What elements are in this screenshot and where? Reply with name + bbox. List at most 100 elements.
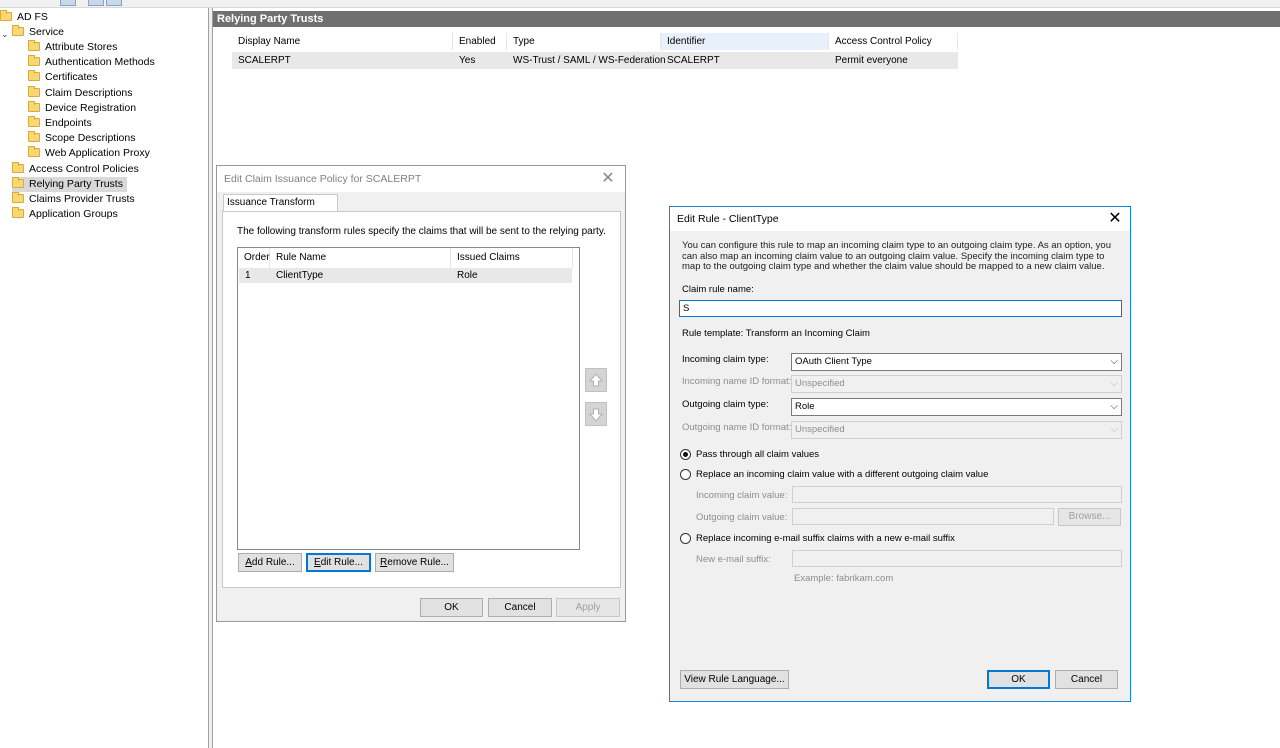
- chevron-down-icon[interactable]: ⌄: [1, 29, 9, 40]
- tree-item-access-control-policies[interactable]: Access Control Policies: [12, 161, 139, 177]
- splitter[interactable]: [208, 8, 213, 748]
- rule-name-input[interactable]: S: [679, 300, 1122, 317]
- rule-template-label: Rule template: Transform an Incoming Cla…: [682, 328, 870, 339]
- cancel-button[interactable]: Cancel: [1055, 670, 1118, 689]
- panel-header: Relying Party Trusts: [213, 11, 1280, 27]
- edit-rule-dialog: Edit Rule - ClientType ✕ You can configu…: [669, 206, 1131, 702]
- tree-item-relying-party-trusts[interactable]: Relying Party Trusts: [12, 176, 127, 192]
- incoming-claim-type-select[interactable]: OAuth Client Type ⌵: [791, 353, 1122, 371]
- folder-icon: [28, 146, 40, 158]
- column-header[interactable]: Identifier: [661, 33, 829, 50]
- pass-through-label[interactable]: Pass through all claim values: [696, 449, 819, 460]
- cancel-button[interactable]: Cancel: [488, 598, 552, 617]
- outgoing-value-label: Outgoing claim value:: [696, 512, 788, 523]
- folder-icon: [0, 10, 12, 21]
- tree-item-device-registration[interactable]: Device Registration: [28, 100, 136, 116]
- folder-icon: [28, 116, 40, 127]
- tree-item-adfs[interactable]: AD FS: [0, 10, 48, 25]
- tab-panel: The following transform rules specify th…: [222, 211, 621, 588]
- folder-icon: [12, 176, 24, 188]
- arrow-up-icon: [588, 373, 604, 387]
- folder-icon: [28, 55, 40, 67]
- folder-icon: [12, 191, 24, 203]
- dialog-title: Edit Rule - ClientType: [670, 207, 1130, 231]
- replace-value-radio[interactable]: [680, 469, 691, 480]
- rules-list[interactable]: Order Rule Name Issued Claims 1 ClientTy…: [237, 247, 580, 550]
- incoming-type-label: Incoming claim type:: [682, 354, 769, 365]
- list-header: Display Name Enabled Type Identifier Acc…: [232, 33, 958, 50]
- rule-name-label: Claim rule name:: [682, 284, 754, 295]
- chevron-down-icon: ⌵: [1110, 424, 1118, 435]
- column-header[interactable]: Rule Name: [270, 248, 451, 268]
- move-up-button[interactable]: [585, 368, 607, 392]
- pass-through-radio[interactable]: [680, 449, 691, 460]
- tree-item-authentication-methods[interactable]: Authentication Methods: [28, 55, 155, 70]
- cell: Permit everyone: [835, 55, 908, 66]
- new-email-suffix-label: New e-mail suffix:: [696, 554, 771, 565]
- folder-icon: [28, 70, 40, 82]
- table-row[interactable]: SCALERPT Yes WS-Trust / SAML / WS-Federa…: [232, 52, 958, 69]
- move-down-button[interactable]: [585, 402, 607, 426]
- tree-item-attribute-stores[interactable]: Attribute Stores: [28, 40, 117, 55]
- cell: 1: [245, 270, 251, 281]
- column-header[interactable]: Display Name: [232, 33, 453, 50]
- browse-button[interactable]: Browse...: [1058, 508, 1121, 526]
- dialog-title: Edit Claim Issuance Policy for SCALERPT: [217, 166, 625, 192]
- edit-rule-button[interactable]: Edit Rule...: [306, 553, 371, 572]
- tree-item-certificates[interactable]: Certificates: [28, 70, 98, 85]
- remove-rule-button[interactable]: Remove Rule...: [375, 553, 454, 572]
- column-header[interactable]: Enabled: [453, 33, 507, 50]
- table-row[interactable]: 1 ClientType Role: [239, 268, 572, 283]
- new-email-suffix-input[interactable]: [792, 550, 1122, 567]
- apply-button[interactable]: Apply: [556, 598, 620, 617]
- cell: Yes: [459, 55, 476, 66]
- toolbar-icon[interactable]: [88, 0, 104, 6]
- incoming-value-label: Incoming claim value:: [696, 490, 788, 501]
- chevron-down-icon: ⌵: [1110, 378, 1118, 389]
- chevron-down-icon: ⌵: [1110, 401, 1118, 412]
- column-header[interactable]: Type: [507, 33, 661, 50]
- outgoing-value-input[interactable]: [792, 508, 1054, 525]
- view-rule-language-button[interactable]: View Rule Language...: [680, 670, 789, 689]
- cell: SCALERPT: [238, 55, 291, 66]
- rule-description: You can configure this rule to map an in…: [682, 240, 1111, 272]
- arrow-down-icon: [588, 408, 604, 422]
- incoming-value-input[interactable]: [792, 486, 1122, 503]
- folder-icon: [28, 40, 40, 51]
- tree-item-endpoints[interactable]: Endpoints: [28, 116, 92, 131]
- ok-button[interactable]: OK: [420, 598, 483, 617]
- email-suffix-label[interactable]: Replace incoming e-mail suffix claims wi…: [696, 533, 955, 544]
- folder-icon: [12, 207, 24, 219]
- close-icon[interactable]: ✕: [1102, 206, 1128, 232]
- replace-value-label[interactable]: Replace an incoming claim value with a d…: [696, 469, 988, 480]
- ok-button[interactable]: OK: [987, 670, 1050, 689]
- tree-item-claims-provider-trusts[interactable]: Claims Provider Trusts: [12, 191, 135, 207]
- folder-icon: [28, 131, 40, 143]
- tree-item-web-application-proxy[interactable]: Web Application Proxy: [28, 146, 150, 161]
- tab-issuance-transform-rules[interactable]: Issuance Transform Rules: [223, 194, 338, 224]
- tree-item-service[interactable]: Service: [12, 25, 64, 40]
- claim-policy-dialog: Edit Claim Issuance Policy for SCALERPT …: [216, 165, 626, 622]
- cell: Role: [457, 270, 478, 281]
- incoming-format-label: Incoming name ID format:: [682, 376, 792, 387]
- rules-list-header: Order Rule Name Issued Claims: [238, 248, 573, 268]
- column-header[interactable]: Order: [238, 248, 270, 268]
- outgoing-format-label: Outgoing name ID format:: [682, 422, 792, 433]
- outgoing-claim-type-select[interactable]: Role ⌵: [791, 398, 1122, 416]
- incoming-name-id-format-select[interactable]: Unspecified ⌵: [791, 375, 1122, 393]
- tree-item-scope-descriptions[interactable]: Scope Descriptions: [28, 131, 135, 146]
- chevron-down-icon: ⌵: [1110, 356, 1118, 367]
- tree-item-application-groups[interactable]: Application Groups: [12, 207, 118, 222]
- close-icon[interactable]: ✕: [595, 166, 621, 192]
- folder-icon: [28, 100, 40, 112]
- add-rule-button[interactable]: Add Rule...: [238, 553, 302, 572]
- column-header[interactable]: Access Control Policy: [829, 33, 958, 50]
- folder-icon: [12, 161, 24, 173]
- outgoing-name-id-format-select[interactable]: Unspecified ⌵: [791, 421, 1122, 439]
- email-suffix-radio[interactable]: [680, 533, 691, 544]
- toolbar-icon[interactable]: [60, 0, 76, 6]
- column-header[interactable]: Issued Claims: [451, 248, 573, 268]
- rules-description: The following transform rules specify th…: [237, 226, 606, 237]
- tree-item-claim-descriptions[interactable]: Claim Descriptions: [28, 85, 133, 101]
- toolbar-icon[interactable]: [106, 0, 122, 6]
